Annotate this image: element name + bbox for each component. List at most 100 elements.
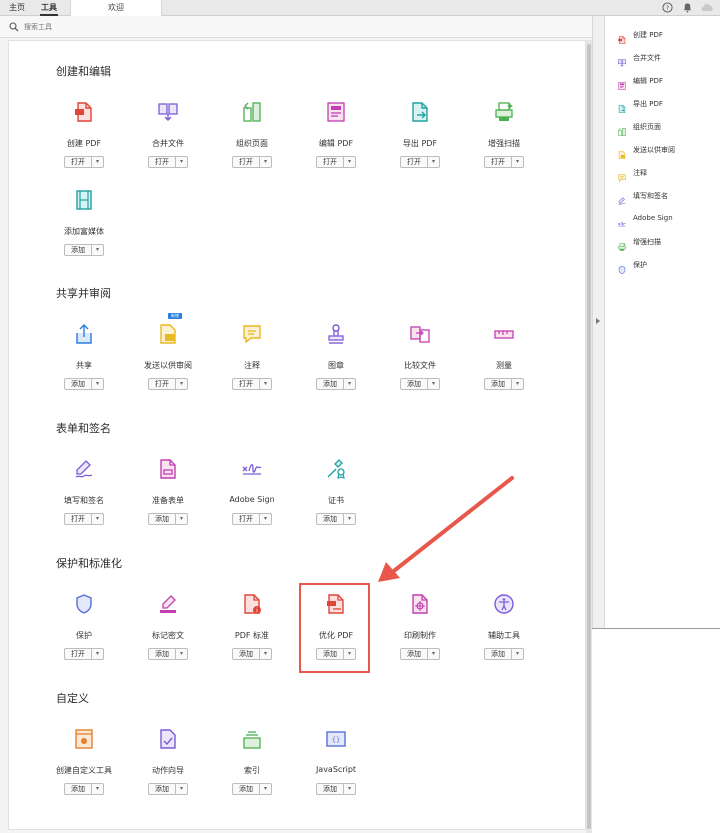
tool-action-label[interactable]: 打开 [149, 379, 175, 389]
chevron-down-icon[interactable]: ▾ [91, 157, 103, 167]
tool-tile[interactable]: 测量 添加 ▾ [462, 322, 546, 402]
tool-action-button[interactable]: 添加 ▾ [148, 513, 188, 525]
chevron-down-icon[interactable]: ▾ [343, 379, 355, 389]
share-icon[interactable] [72, 322, 96, 346]
chevron-down-icon[interactable]: ▾ [259, 514, 271, 524]
tool-tile[interactable]: 编辑 PDF 打开 ▾ [294, 100, 378, 180]
tool-action-label[interactable]: 添加 [485, 649, 511, 659]
chevron-down-icon[interactable]: ▾ [91, 784, 103, 794]
tool-action-button[interactable]: 添加 ▾ [64, 378, 104, 390]
chevron-down-icon[interactable]: ▾ [511, 157, 523, 167]
tool-action-label[interactable]: 添加 [317, 514, 343, 524]
chevron-down-icon[interactable]: ▾ [91, 379, 103, 389]
stamp-icon[interactable] [324, 322, 348, 346]
tool-tile[interactable]: 增强扫描 打开 ▾ [462, 100, 546, 180]
tool-action-label[interactable]: 添加 [149, 784, 175, 794]
search-input[interactable] [24, 20, 324, 34]
right-panel-item[interactable]: 合并文件 [605, 49, 720, 67]
tool-action-button[interactable]: 打开 ▾ [232, 513, 272, 525]
chevron-down-icon[interactable]: ▾ [259, 649, 271, 659]
tool-action-label[interactable]: 打开 [65, 157, 91, 167]
chevron-down-icon[interactable]: ▾ [91, 514, 103, 524]
tool-action-label[interactable]: 添加 [317, 379, 343, 389]
right-panel-item[interactable]: 填写和签名 [605, 187, 720, 205]
tool-tile[interactable]: 组织页面 打开 ▾ [210, 100, 294, 180]
tool-tile[interactable]: 证书 添加 ▾ [294, 457, 378, 537]
index-icon[interactable] [240, 727, 264, 751]
accessibility-icon[interactable] [492, 592, 516, 616]
tool-action-button[interactable]: 添加 ▾ [484, 378, 524, 390]
tool-action-button[interactable]: 添加 ▾ [232, 783, 272, 795]
chevron-down-icon[interactable]: ▾ [175, 784, 187, 794]
tool-action-button[interactable]: 打开 ▾ [64, 648, 104, 660]
tool-tile[interactable]: {} JavaScript 添加 ▾ [294, 727, 378, 807]
tool-tile[interactable]: 创建自定义工具 添加 ▾ [42, 727, 126, 807]
right-panel-item[interactable]: 编辑 PDF [605, 72, 720, 91]
comment-icon[interactable] [240, 322, 264, 346]
compare-files-icon[interactable] [408, 322, 432, 346]
chevron-down-icon[interactable]: ▾ [427, 157, 439, 167]
right-panel-item[interactable]: 保护 [605, 256, 720, 275]
tool-action-button[interactable]: 添加 ▾ [148, 783, 188, 795]
tool-action-button[interactable]: 添加 ▾ [64, 244, 104, 256]
chevron-down-icon[interactable]: ▾ [511, 379, 523, 389]
tool-action-button[interactable]: 打开 ▾ [232, 156, 272, 168]
tool-action-label[interactable]: 添加 [233, 784, 259, 794]
edit-pdf-icon[interactable] [324, 100, 348, 124]
tool-action-button[interactable]: 添加 ▾ [316, 378, 356, 390]
tool-action-label[interactable]: 打开 [485, 157, 511, 167]
tool-action-label[interactable]: 打开 [233, 379, 259, 389]
right-panel-item[interactable]: 创建 PDF [605, 26, 720, 45]
enhance-scan-icon[interactable] [492, 100, 516, 124]
cloud-icon[interactable] [700, 2, 714, 13]
tool-tile[interactable]: 索引 添加 ▾ [210, 727, 294, 807]
protect-icon[interactable] [72, 592, 96, 616]
tool-tile[interactable]: 标记密文 添加 ▾ [126, 592, 210, 672]
tool-action-label[interactable]: 打开 [233, 514, 259, 524]
combine-files-icon[interactable] [156, 100, 180, 124]
tool-action-button[interactable]: 打开 ▾ [316, 156, 356, 168]
tool-action-label[interactable]: 添加 [233, 649, 259, 659]
tool-action-label[interactable]: 添加 [485, 379, 511, 389]
panel-collapse-handle[interactable] [592, 16, 604, 628]
right-panel-item[interactable]: Adobe Sign [605, 210, 720, 228]
chevron-down-icon[interactable]: ▾ [259, 379, 271, 389]
tool-action-button[interactable]: 打开 ▾ [484, 156, 524, 168]
tool-action-label[interactable]: 添加 [65, 379, 91, 389]
tool-action-button[interactable]: 添加 ▾ [64, 783, 104, 795]
pdf-standards-icon[interactable]: i [240, 592, 264, 616]
right-panel-item[interactable]: 导出 PDF [605, 95, 720, 114]
tool-action-button[interactable]: 打开 ▾ [232, 378, 272, 390]
create-pdf-icon[interactable] [72, 100, 96, 124]
chevron-down-icon[interactable]: ▾ [259, 784, 271, 794]
tool-tile[interactable]: 辅助工具 添加 ▾ [462, 592, 546, 672]
export-pdf-icon[interactable] [408, 100, 432, 124]
tool-tile[interactable]: 比较文件 添加 ▾ [378, 322, 462, 402]
tool-action-label[interactable]: 添加 [317, 784, 343, 794]
tool-tile[interactable]: Adobe Sign 打开 ▾ [210, 457, 294, 537]
chevron-down-icon[interactable]: ▾ [511, 649, 523, 659]
chevron-down-icon[interactable]: ▾ [91, 245, 103, 255]
tool-action-label[interactable]: 添加 [401, 649, 427, 659]
tab-document[interactable]: 欢迎 [70, 0, 162, 16]
tool-tile[interactable]: 保护 打开 ▾ [42, 592, 126, 672]
tool-action-button[interactable]: 添加 ▾ [232, 648, 272, 660]
tool-action-label[interactable]: 打开 [149, 157, 175, 167]
tool-tile[interactable]: 导出 PDF 打开 ▾ [378, 100, 462, 180]
tool-action-label[interactable]: 打开 [65, 649, 91, 659]
tool-tile[interactable]: 添加富媒体 添加 ▾ [42, 188, 126, 268]
tool-tile[interactable]: 合并文件 打开 ▾ [126, 100, 210, 180]
measure-icon[interactable] [492, 322, 516, 346]
chevron-down-icon[interactable]: ▾ [175, 649, 187, 659]
tool-action-button[interactable]: 添加 ▾ [316, 513, 356, 525]
tool-action-label[interactable]: 添加 [65, 784, 91, 794]
help-icon[interactable]: ? [662, 2, 673, 13]
tool-tile[interactable]: 印刷制作 添加 ▾ [378, 592, 462, 672]
adobe-sign-icon[interactable] [240, 457, 264, 481]
tool-action-label[interactable]: 打开 [233, 157, 259, 167]
action-wizard-icon[interactable] [156, 727, 180, 751]
tool-action-button[interactable]: 打开 ▾ [64, 156, 104, 168]
tab-tools[interactable]: 工具 [40, 0, 58, 16]
organize-pages-icon[interactable] [240, 100, 264, 124]
redact-icon[interactable] [156, 592, 180, 616]
